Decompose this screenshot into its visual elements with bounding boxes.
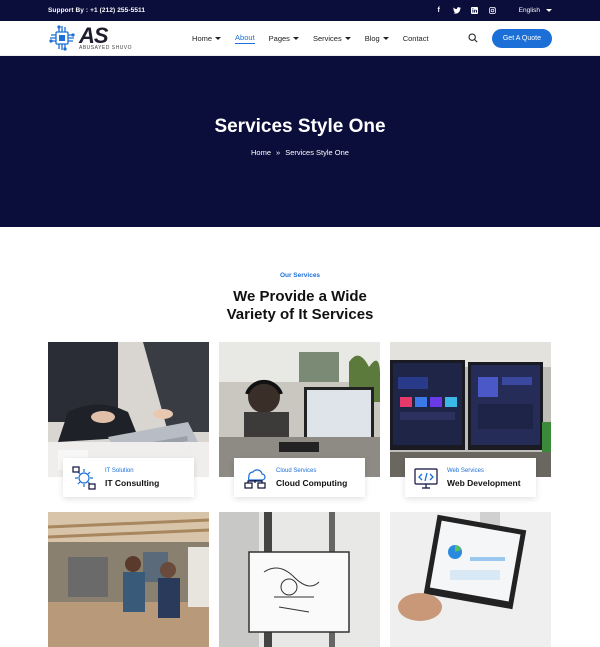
service-info-box: Cloud Services Cloud Computing xyxy=(234,458,365,497)
chevron-down-icon xyxy=(344,36,351,40)
service-category: IT Solution xyxy=(105,467,134,474)
service-name[interactable]: IT Consulting xyxy=(105,478,159,488)
breadcrumb-home[interactable]: Home xyxy=(251,148,271,157)
nav-item-services[interactable]: Services xyxy=(313,34,351,43)
support-phone[interactable]: Support By : +1 (212) 255-5511 xyxy=(48,7,145,14)
site-logo[interactable]: AS ABUSAYED SHUVO xyxy=(48,24,132,52)
nav-item-pages[interactable]: Pages xyxy=(269,34,299,43)
service-image-web xyxy=(390,342,551,477)
service-name[interactable]: Cloud Computing xyxy=(276,478,347,488)
page-title: Services Style One xyxy=(214,116,386,137)
service-image-analytics xyxy=(390,512,551,647)
service-text: Cloud Services Cloud Computing xyxy=(276,468,347,488)
service-name[interactable]: Web Development xyxy=(447,478,521,488)
service-card[interactable]: Web Services Web Development xyxy=(390,342,551,497)
nav-item-home[interactable]: Home xyxy=(192,34,222,43)
chevron-down-icon xyxy=(382,36,389,40)
service-card[interactable] xyxy=(219,512,380,647)
services-grid: IT Solution IT Consulting Cloud Services… xyxy=(48,342,552,647)
service-text: IT Solution IT Consulting xyxy=(105,468,159,488)
service-image-office xyxy=(48,512,209,647)
service-info-box: Web Services Web Development xyxy=(405,458,536,497)
top-bar: Support By : +1 (212) 255-5511 f English xyxy=(0,0,600,21)
service-image-consulting xyxy=(48,342,209,477)
services-section: Our Services We Provide a Wide Variety o… xyxy=(0,227,600,324)
twitter-icon[interactable] xyxy=(452,7,461,15)
facebook-icon[interactable]: f xyxy=(435,7,443,15)
service-image-cloud xyxy=(219,342,380,477)
nav-item-contact[interactable]: Contact xyxy=(403,34,429,43)
main-nav: Home About Pages Services Blog Contact xyxy=(192,33,429,44)
instagram-icon[interactable] xyxy=(489,7,497,15)
get-quote-button[interactable]: Get A Quote xyxy=(491,28,552,48)
section-headline: We Provide a Wide Variety of It Services xyxy=(226,288,374,323)
web-development-icon xyxy=(414,467,438,489)
consulting-icon xyxy=(72,465,96,490)
chevron-down-icon xyxy=(292,36,299,40)
logo-text: AS ABUSAYED SHUVO xyxy=(79,25,132,51)
logo-tagline: ABUSAYED SHUVO xyxy=(79,45,133,51)
linkedin-icon[interactable] xyxy=(471,7,479,15)
search-icon[interactable] xyxy=(468,33,478,43)
chevron-down-icon xyxy=(546,9,552,12)
service-card[interactable] xyxy=(390,512,551,647)
top-bar-right: f English xyxy=(435,7,552,15)
service-text: Web Services Web Development xyxy=(447,468,521,488)
service-card[interactable] xyxy=(48,512,209,647)
language-label: English xyxy=(518,7,540,14)
page-hero: Services Style One Home » Services Style… xyxy=(0,56,600,227)
nav-item-blog[interactable]: Blog xyxy=(365,34,389,43)
service-category: Web Services xyxy=(447,467,484,474)
header-actions: Get A Quote xyxy=(468,28,552,48)
section-eyebrow: Our Services xyxy=(279,272,321,279)
language-selector[interactable]: English xyxy=(519,7,552,14)
chevron-down-icon xyxy=(215,36,222,40)
circuit-chip-icon xyxy=(49,25,75,51)
cloud-computing-icon xyxy=(244,468,266,489)
service-image-sketch xyxy=(219,512,380,647)
service-card[interactable]: IT Solution IT Consulting xyxy=(48,342,209,497)
breadcrumb-current: Services Style One xyxy=(285,148,349,157)
service-card[interactable]: Cloud Services Cloud Computing xyxy=(219,342,380,497)
logo-wordmark: AS xyxy=(79,23,109,48)
breadcrumb: Home » Services Style One xyxy=(251,148,349,157)
main-header: AS ABUSAYED SHUVO Home About Pages Servi… xyxy=(0,21,600,56)
nav-item-about[interactable]: About xyxy=(235,33,255,44)
service-category: Cloud Services xyxy=(276,467,317,474)
service-info-box: IT Solution IT Consulting xyxy=(63,458,194,497)
breadcrumb-separator: » xyxy=(276,148,281,157)
